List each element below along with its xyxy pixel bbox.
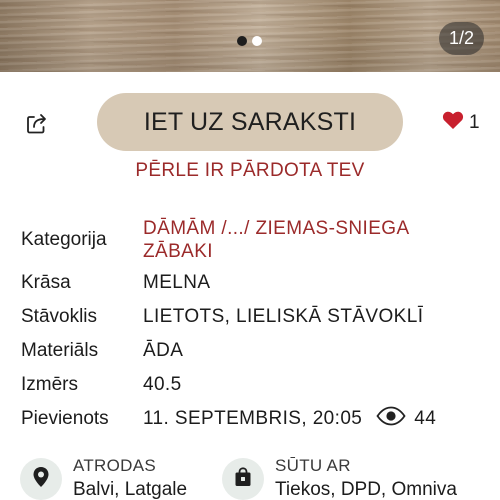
gallery-dot-inactive[interactable] (252, 36, 262, 46)
detail-row-color: Krāsa MELNA (21, 266, 491, 300)
shipping-label: SŪTU AR (275, 456, 351, 475)
location-value: Balvi, Latgale (73, 479, 188, 500)
heart-icon (442, 110, 464, 135)
location-pin-icon (32, 466, 50, 493)
detail-row-added: Pievienots 11. SEPTEMBRIS, 20:05 44 (21, 402, 491, 436)
category-value-line2: ZĀBAKI (143, 241, 213, 262)
views-counter: 44 (376, 406, 436, 432)
eye-icon (376, 406, 406, 432)
shipping-value: Tiekos, DPD, Omniva (275, 479, 457, 500)
condition-value: LIETOTS, LIELISKĀ STĀVOKLĪ (143, 306, 424, 327)
go-to-list-button[interactable]: IET UZ SARAKSTI (97, 93, 403, 151)
bottom-info: ATRODAS Balvi, Latgale SŪTU AR Tiekos, D… (0, 452, 500, 500)
shopping-bag-icon (234, 466, 252, 492)
color-value: MELNA (143, 272, 211, 293)
category-link[interactable]: DĀMĀM /.../ ZIEMAS-SNIEGA ZĀBAKI (143, 217, 410, 263)
views-count: 44 (414, 408, 437, 429)
added-value: 11. SEPTEMBRIS, 20:05 (143, 408, 363, 429)
details-list: Kategorija DĀMĀM /.../ ZIEMAS-SNIEGA ZĀB… (21, 214, 491, 436)
location-icon-wrap (20, 458, 62, 500)
gallery-dot-active[interactable] (237, 36, 247, 46)
category-label: Kategorija (21, 229, 107, 250)
color-label: Krāsa (21, 272, 71, 293)
size-value: 40.5 (143, 374, 182, 395)
material-label: Materiāls (21, 340, 99, 361)
shipping-icon-wrap (222, 458, 264, 500)
condition-label: Stāvoklis (21, 306, 98, 327)
material-value: ĀDA (143, 340, 184, 361)
like-button[interactable]: 1 (442, 110, 480, 135)
category-value-line1: DĀMĀM /.../ ZIEMAS-SNIEGA (143, 218, 410, 239)
likes-count: 1 (469, 111, 480, 133)
added-label: Pievienots (21, 408, 109, 429)
sold-status: PĒRLE IR PĀRDOTA TEV (135, 160, 365, 181)
detail-row-condition: Stāvoklis LIETOTS, LIELISKĀ STĀVOKLĪ (21, 300, 491, 334)
detail-row-size: Izmērs 40.5 (21, 368, 491, 402)
size-label: Izmērs (21, 374, 78, 395)
share-icon[interactable] (24, 110, 50, 136)
detail-row-material: Materiāls ĀDA (21, 334, 491, 368)
location-label: ATRODAS (73, 456, 157, 475)
gallery-dots (237, 36, 262, 46)
image-counter: 1/2 (438, 22, 484, 55)
detail-row-category: Kategorija DĀMĀM /.../ ZIEMAS-SNIEGA ZĀB… (21, 214, 491, 266)
